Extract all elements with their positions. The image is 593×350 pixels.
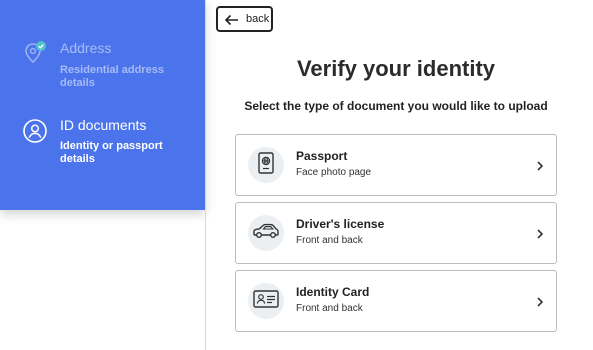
chevron-right-icon bbox=[536, 295, 544, 307]
back-label: back bbox=[246, 13, 270, 25]
page-title: Verify your identity bbox=[296, 56, 496, 81]
step-subtitle: Residential address details bbox=[60, 64, 164, 89]
document-option-identity-card[interactable]: Identity Card Front and back bbox=[235, 270, 557, 332]
document-title: Identity Card bbox=[296, 285, 370, 299]
car-icon bbox=[251, 221, 281, 246]
document-subtitle: Face photo page bbox=[296, 167, 372, 178]
document-subtitle: Front and back bbox=[296, 303, 363, 314]
id-card-icon bbox=[252, 289, 280, 314]
document-option-drivers-license[interactable]: Driver's license Front and back bbox=[235, 202, 557, 264]
icon-circle bbox=[248, 147, 284, 183]
chevron-right-icon bbox=[536, 227, 544, 239]
passport-icon bbox=[255, 151, 277, 180]
chevron-right-icon bbox=[536, 159, 544, 171]
icon-circle bbox=[248, 283, 284, 319]
sidebar-divider bbox=[205, 0, 206, 350]
steps-panel: Address Residential address details ID d… bbox=[0, 0, 205, 210]
location-check-icon bbox=[22, 40, 48, 66]
sidebar: Address Residential address details ID d… bbox=[0, 0, 205, 350]
document-subtitle: Front and back bbox=[296, 235, 363, 246]
arrow-left-icon bbox=[224, 13, 240, 26]
page-subtitle: Select the type of document you would li… bbox=[244, 99, 548, 113]
document-option-passport[interactable]: Passport Face photo page bbox=[235, 134, 557, 196]
document-title: Driver's license bbox=[296, 217, 385, 231]
person-icon bbox=[22, 118, 48, 144]
step-title: ID documents bbox=[60, 117, 147, 133]
back-button[interactable]: back bbox=[216, 6, 273, 32]
step-title: Address bbox=[60, 40, 112, 56]
document-title: Passport bbox=[296, 149, 348, 163]
icon-circle bbox=[248, 215, 284, 251]
step-subtitle: Identity or passport details bbox=[60, 140, 163, 165]
